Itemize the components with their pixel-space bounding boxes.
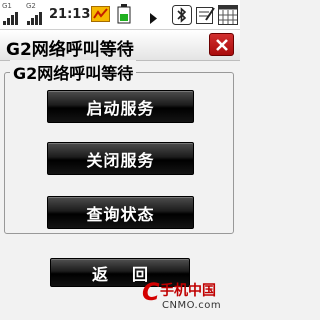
title-bar: G2网络呼叫等待 xyxy=(0,30,240,61)
play-arrow-icon xyxy=(150,9,158,28)
group-label: G2网络呼叫等待 xyxy=(10,60,137,84)
g1-signal-icon: G1 xyxy=(2,3,18,25)
bluetooth-icon[interactable] xyxy=(172,5,192,29)
close-icon xyxy=(215,38,228,51)
battery-icon xyxy=(117,4,131,28)
watermark-url: CNMO.com xyxy=(162,300,222,311)
watermark: C 手机中国 CNMO.com xyxy=(140,272,240,320)
g2-signal-icon: G2 xyxy=(26,3,42,25)
window-title: G2网络呼叫等待 xyxy=(6,40,134,60)
watermark-logo-icon: C xyxy=(142,278,160,306)
status-bar: G1 G2 21:13 xyxy=(0,0,240,30)
calendar-icon[interactable] xyxy=(218,5,238,29)
data-transfer-icon xyxy=(91,6,110,27)
note-icon[interactable] xyxy=(195,5,215,29)
close-button[interactable] xyxy=(209,33,234,56)
watermark-name: 手机中国 xyxy=(160,283,216,299)
g1-label: G1 xyxy=(2,2,12,10)
deactivate-service-button[interactable]: 关闭服务 xyxy=(47,142,194,175)
activate-service-button[interactable]: 启动服务 xyxy=(47,90,194,123)
g2-label: G2 xyxy=(26,2,36,10)
query-status-button[interactable]: 查询状态 xyxy=(47,196,194,229)
clock: 21:13 xyxy=(49,7,91,22)
